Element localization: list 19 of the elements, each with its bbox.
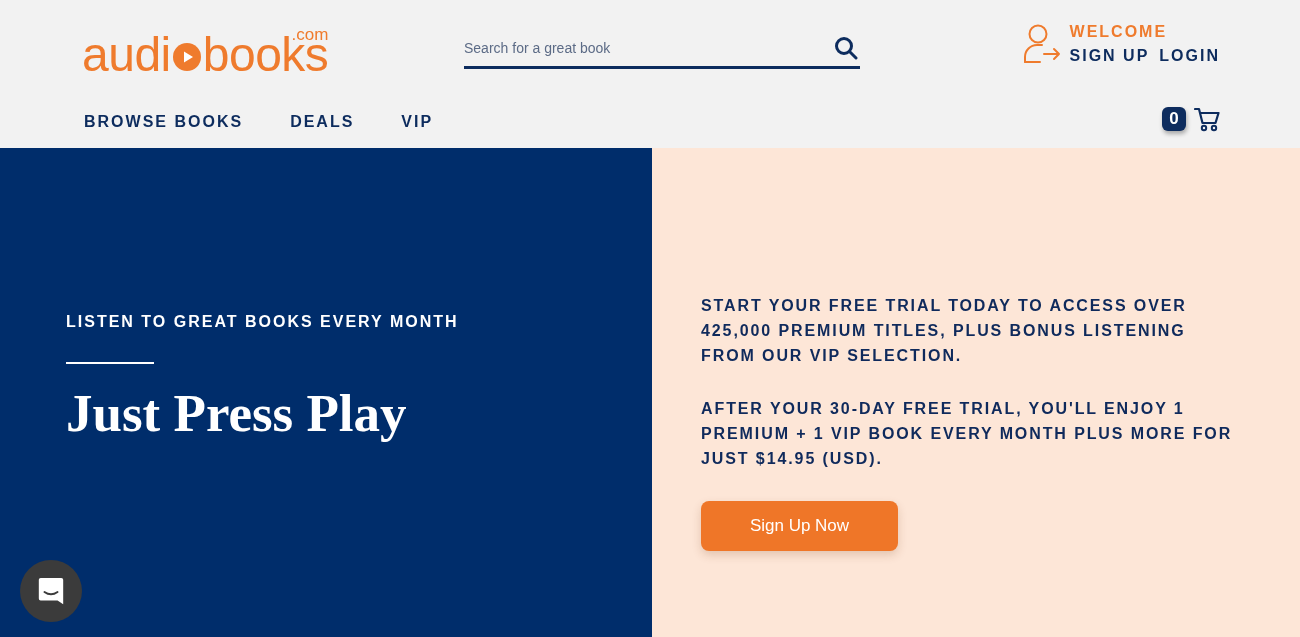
- search-icon: [834, 36, 858, 60]
- chat-bubble-icon: [36, 576, 66, 606]
- trial-description: START YOUR FREE TRIAL TODAY TO ACCESS OVER 425,000 PREMIUM TITLES, PLUS BONUS LISTENING FROM OUR VIP SELECTION.: [701, 296, 1188, 366]
- search-button[interactable]: [834, 36, 858, 60]
- cart-count-badge: 0: [1162, 107, 1186, 131]
- search-field[interactable]: Search for a great book: [464, 38, 834, 58]
- welcome-label: WELCOME: [1069, 22, 1169, 42]
- cart-icon: [1194, 106, 1220, 132]
- trial-description: AFTER YOUR 30-DAY FREE TRIAL, YOU'LL ENJOY 1 PREMIUM + 1 VIP BOOK EVERY MONTH PLUS MORE FOR JUST $14.95 (USD).: [701, 399, 1234, 469]
- cart-button[interactable]: [1194, 106, 1220, 132]
- nav-link[interactable]: BROWSE BOOKS: [84, 112, 244, 132]
- nav-link[interactable]: DEALS: [290, 112, 355, 132]
- hero-title: Just Press Play: [66, 383, 408, 444]
- play-circle-icon: [172, 43, 201, 71]
- account-link[interactable]: SIGN UP: [1069, 44, 1150, 68]
- nav-link[interactable]: VIP: [401, 112, 434, 132]
- hero-eyebrow: LISTEN TO GREAT BOOKS EVERY MONTH: [66, 312, 460, 332]
- user-arrow-icon: [1022, 24, 1061, 64]
- account-link[interactable]: LOGIN: [1159, 44, 1220, 68]
